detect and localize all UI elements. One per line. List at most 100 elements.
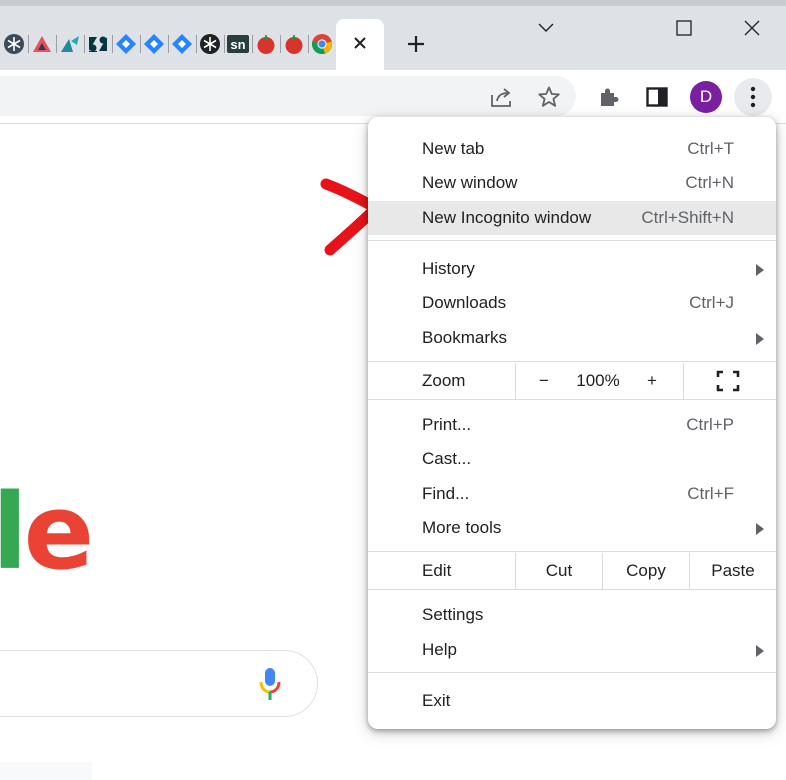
- share-button[interactable]: [484, 80, 518, 114]
- close-icon: [354, 37, 366, 49]
- menu-item-label: More tools: [422, 518, 502, 537]
- menu-separator: [368, 240, 776, 241]
- menu-item-help[interactable]: Help: [368, 633, 776, 667]
- paste-label: Paste: [711, 561, 755, 580]
- active-tab[interactable]: [336, 19, 384, 70]
- submenu-arrow-icon: [756, 333, 764, 345]
- jira-icon: [172, 34, 192, 54]
- snowflake-icon: [4, 34, 24, 54]
- close-window-button[interactable]: [732, 14, 772, 42]
- tab-search-button[interactable]: [526, 14, 566, 42]
- menu-item-shortcut: Ctrl+F: [687, 484, 734, 503]
- tab-servicenow[interactable]: sn: [224, 30, 252, 58]
- zoom-level-value: 100%: [576, 371, 620, 390]
- menu-item-shortcut: Ctrl+T: [687, 139, 734, 158]
- close-icon: [744, 20, 760, 36]
- tab-close-button[interactable]: [348, 31, 372, 55]
- bookmark-star-button[interactable]: [532, 80, 566, 114]
- menu-item-label: Exit: [422, 691, 451, 710]
- servicenow-icon: sn: [227, 35, 249, 53]
- zoom-out-button[interactable]: −: [532, 363, 556, 399]
- menu-item-label: Settings: [422, 605, 484, 624]
- menu-item-label: History: [422, 259, 475, 278]
- menu-item-history[interactable]: History: [368, 252, 776, 286]
- profile-avatar[interactable]: D: [690, 81, 722, 113]
- servicenow-text: sn: [230, 37, 245, 52]
- plus-icon: [408, 36, 424, 52]
- menu-edit-row: Edit Cut Copy Paste: [368, 553, 776, 589]
- menu-item-cast[interactable]: Cast...: [368, 442, 776, 476]
- tab-tomato-1[interactable]: [252, 30, 280, 58]
- menu-item-new-window[interactable]: New window Ctrl+N: [368, 166, 776, 200]
- chrome-main-menu: New tab Ctrl+T New window Ctrl+N New Inc…: [368, 117, 776, 729]
- tab-snowflake-1[interactable]: [0, 30, 28, 58]
- menu-item-bookmarks[interactable]: Bookmarks: [368, 321, 776, 355]
- maximize-button[interactable]: [664, 14, 704, 42]
- jira-icon: [144, 34, 164, 54]
- new-tab-button[interactable]: [402, 30, 430, 58]
- tab-strip: sn: [0, 0, 786, 70]
- chrome-menu-button[interactable]: [734, 78, 772, 116]
- tab-jira-2[interactable]: [140, 30, 168, 58]
- submenu-arrow-icon: [756, 523, 764, 535]
- fullscreen-icon[interactable]: [716, 370, 740, 392]
- menu-separator: [368, 399, 776, 400]
- more-vert-icon: [750, 86, 756, 108]
- copy-button[interactable]: Copy: [603, 553, 689, 589]
- menu-item-new-incognito-window[interactable]: New Incognito window Ctrl+Shift+N: [368, 201, 776, 235]
- menu-separator: [368, 589, 776, 590]
- zoom-in-button[interactable]: +: [640, 363, 664, 399]
- zendesk-icon: [89, 36, 107, 52]
- microphone-icon[interactable]: [259, 667, 281, 701]
- jira-icon: [116, 34, 136, 54]
- tab-chrome[interactable]: [308, 30, 336, 58]
- plus-icon: +: [647, 371, 657, 390]
- menu-item-shortcut: Ctrl+N: [685, 173, 734, 192]
- menu-item-label: New window: [422, 173, 518, 192]
- tab-pink-triangle[interactable]: [28, 30, 56, 58]
- tab-jira-1[interactable]: [112, 30, 140, 58]
- cut-label: Cut: [545, 561, 573, 580]
- logo-letter-l: l: [0, 471, 28, 593]
- google-logo-fragment: le: [0, 480, 94, 584]
- browser-toolbar: D: [0, 70, 786, 124]
- paste-button[interactable]: Paste: [690, 553, 776, 589]
- pinned-tab-favicons: sn: [0, 30, 336, 58]
- tab-zendesk[interactable]: [84, 30, 112, 58]
- chevron-down-icon: [538, 23, 554, 32]
- tomato-icon: [285, 35, 303, 54]
- snowflake-icon: [200, 34, 220, 54]
- share-icon: [491, 88, 511, 107]
- submenu-arrow-icon: [756, 645, 764, 657]
- menu-item-downloads[interactable]: Downloads Ctrl+J: [368, 286, 776, 320]
- cut-button[interactable]: Cut: [516, 553, 602, 589]
- submenu-arrow-icon: [756, 264, 764, 276]
- tab-jira-3[interactable]: [168, 30, 196, 58]
- menu-item-print[interactable]: Print... Ctrl+P: [368, 408, 776, 442]
- menu-item-label: Find...: [422, 484, 470, 503]
- menu-item-label: Downloads: [422, 293, 507, 312]
- star-icon: [538, 86, 560, 107]
- teal-triangle-icon: [61, 36, 79, 52]
- menu-separator: [368, 551, 776, 552]
- menu-separator: [368, 361, 776, 362]
- google-search-box[interactable]: [0, 650, 318, 717]
- window-top-edge: [0, 0, 786, 6]
- maximize-icon: [676, 20, 692, 36]
- extensions-button[interactable]: [592, 80, 626, 114]
- menu-item-settings[interactable]: Settings: [368, 598, 776, 632]
- menu-item-label: Cast...: [422, 449, 472, 468]
- tab-teal-triangle[interactable]: [56, 30, 84, 58]
- menu-item-more-tools[interactable]: More tools: [368, 511, 776, 545]
- menu-item-shortcut: Ctrl+J: [689, 293, 734, 312]
- tab-tomato-2[interactable]: [280, 30, 308, 58]
- menu-item-find[interactable]: Find... Ctrl+F: [368, 477, 776, 511]
- edit-label: Edit: [422, 561, 452, 580]
- page-bottom-element: [0, 762, 92, 780]
- side-panel-button[interactable]: [640, 80, 674, 114]
- menu-item-exit[interactable]: Exit: [368, 684, 776, 718]
- pink-triangle-icon: [33, 36, 51, 52]
- menu-item-label: Help: [422, 640, 457, 659]
- menu-item-new-tab[interactable]: New tab Ctrl+T: [368, 132, 776, 166]
- tab-snowflake-2[interactable]: [196, 30, 224, 58]
